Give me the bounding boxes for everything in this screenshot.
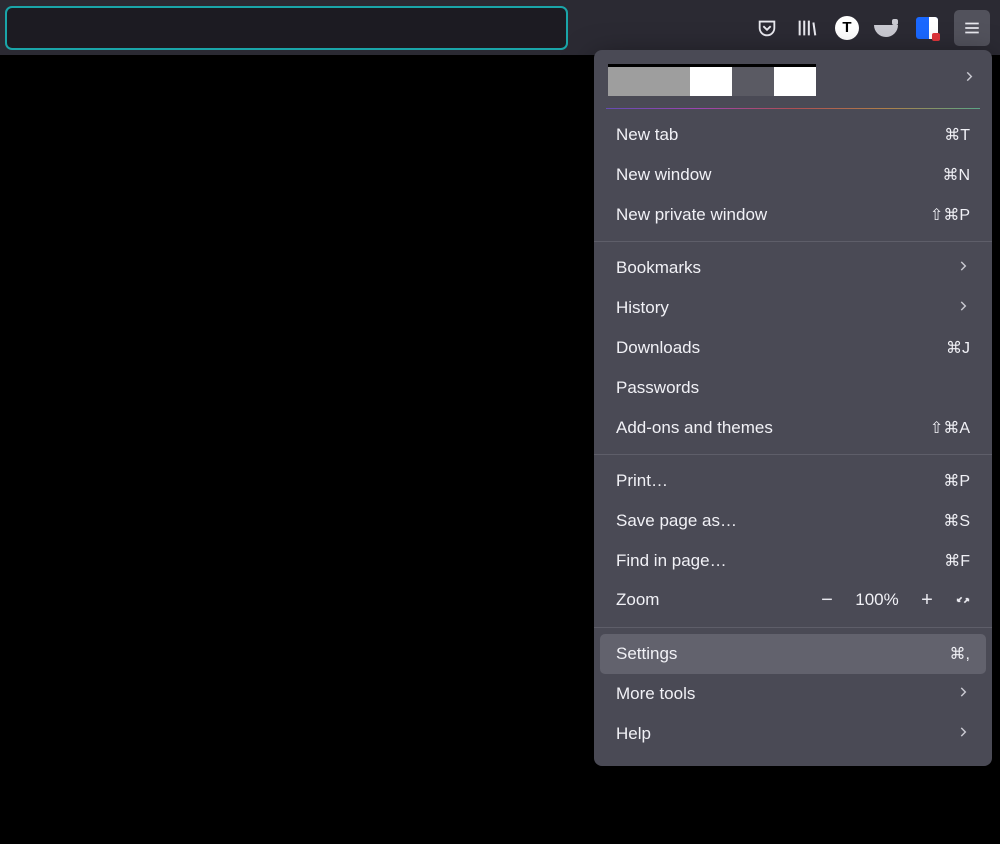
menu-item-label: Downloads <box>616 338 946 358</box>
menu-item-help[interactable]: Help <box>600 714 986 754</box>
menu-item-shortcut: ⌘P <box>943 471 970 491</box>
menu-item-shortcut: ⌘J <box>946 338 970 358</box>
browser-toolbar: T <box>0 0 1000 55</box>
menu-item-shortcut: ⌘N <box>942 165 970 185</box>
menu-item-label: Bookmarks <box>616 258 956 278</box>
gradient-separator <box>606 108 980 109</box>
extension-blocker-icon[interactable] <box>914 15 940 41</box>
chevron-right-icon <box>956 684 970 704</box>
chevron-right-icon <box>956 258 970 278</box>
menu-item-print[interactable]: Print…⌘P <box>600 461 986 501</box>
menu-item-more-tools[interactable]: More tools <box>600 674 986 714</box>
menu-item-downloads[interactable]: Downloads⌘J <box>600 328 986 368</box>
account-avatar-strip <box>608 64 816 96</box>
menu-item-new-private-window[interactable]: New private window⇧⌘P <box>600 195 986 235</box>
menu-item-label: Find in page… <box>616 551 944 571</box>
app-menu-panel: New tab⌘TNew window⌘NNew private window⇧… <box>594 50 992 766</box>
menu-item-passwords[interactable]: Passwords <box>600 368 986 408</box>
menu-item-history[interactable]: History <box>600 288 986 328</box>
menu-item-shortcut: ⇧⌘A <box>930 418 970 438</box>
zoom-row: Zoom−100% + <box>600 581 986 621</box>
menu-item-label: Print… <box>616 471 943 491</box>
zoom-in-button[interactable]: + <box>916 589 938 611</box>
menu-item-label: Passwords <box>616 378 970 398</box>
menu-item-label: New private window <box>616 205 930 225</box>
zoom-out-button[interactable]: − <box>816 589 838 611</box>
menu-item-label: Add-ons and themes <box>616 418 930 438</box>
menu-item-label: Save page as… <box>616 511 943 531</box>
account-row[interactable] <box>594 50 992 108</box>
app-menu-button[interactable] <box>954 10 990 46</box>
zoom-label: Zoom <box>616 590 816 610</box>
menu-item-settings[interactable]: Settings⌘, <box>600 634 986 674</box>
zoom-value: 100% <box>852 590 902 610</box>
library-icon[interactable] <box>794 15 820 41</box>
toolbar-icons: T <box>754 10 992 46</box>
extension-t-icon[interactable]: T <box>834 15 860 41</box>
chevron-right-icon <box>956 724 970 744</box>
menu-item-new-window[interactable]: New window⌘N <box>600 155 986 195</box>
menu-item-shortcut: ⇧⌘P <box>930 205 970 225</box>
menu-item-shortcut: ⌘F <box>944 551 970 571</box>
menu-item-label: Settings <box>616 644 950 664</box>
menu-item-find-in-page[interactable]: Find in page…⌘F <box>600 541 986 581</box>
extension-whale-icon[interactable] <box>874 15 900 41</box>
menu-item-save-page-as[interactable]: Save page as…⌘S <box>600 501 986 541</box>
menu-item-label: More tools <box>616 684 956 704</box>
menu-item-shortcut: ⌘S <box>943 511 970 531</box>
menu-item-new-tab[interactable]: New tab⌘T <box>600 115 986 155</box>
menu-item-label: Help <box>616 724 956 744</box>
fullscreen-button[interactable] <box>952 589 974 611</box>
menu-item-label: New window <box>616 165 942 185</box>
url-bar[interactable] <box>5 6 568 50</box>
menu-item-label: New tab <box>616 125 944 145</box>
pocket-icon[interactable] <box>754 15 780 41</box>
menu-item-shortcut: ⌘, <box>950 644 970 664</box>
menu-item-add-ons-and-themes[interactable]: Add-ons and themes⇧⌘A <box>600 408 986 448</box>
chevron-right-icon <box>962 70 976 89</box>
menu-item-shortcut: ⌘T <box>944 125 970 145</box>
chevron-right-icon <box>956 298 970 318</box>
menu-item-label: History <box>616 298 956 318</box>
menu-item-bookmarks[interactable]: Bookmarks <box>600 248 986 288</box>
